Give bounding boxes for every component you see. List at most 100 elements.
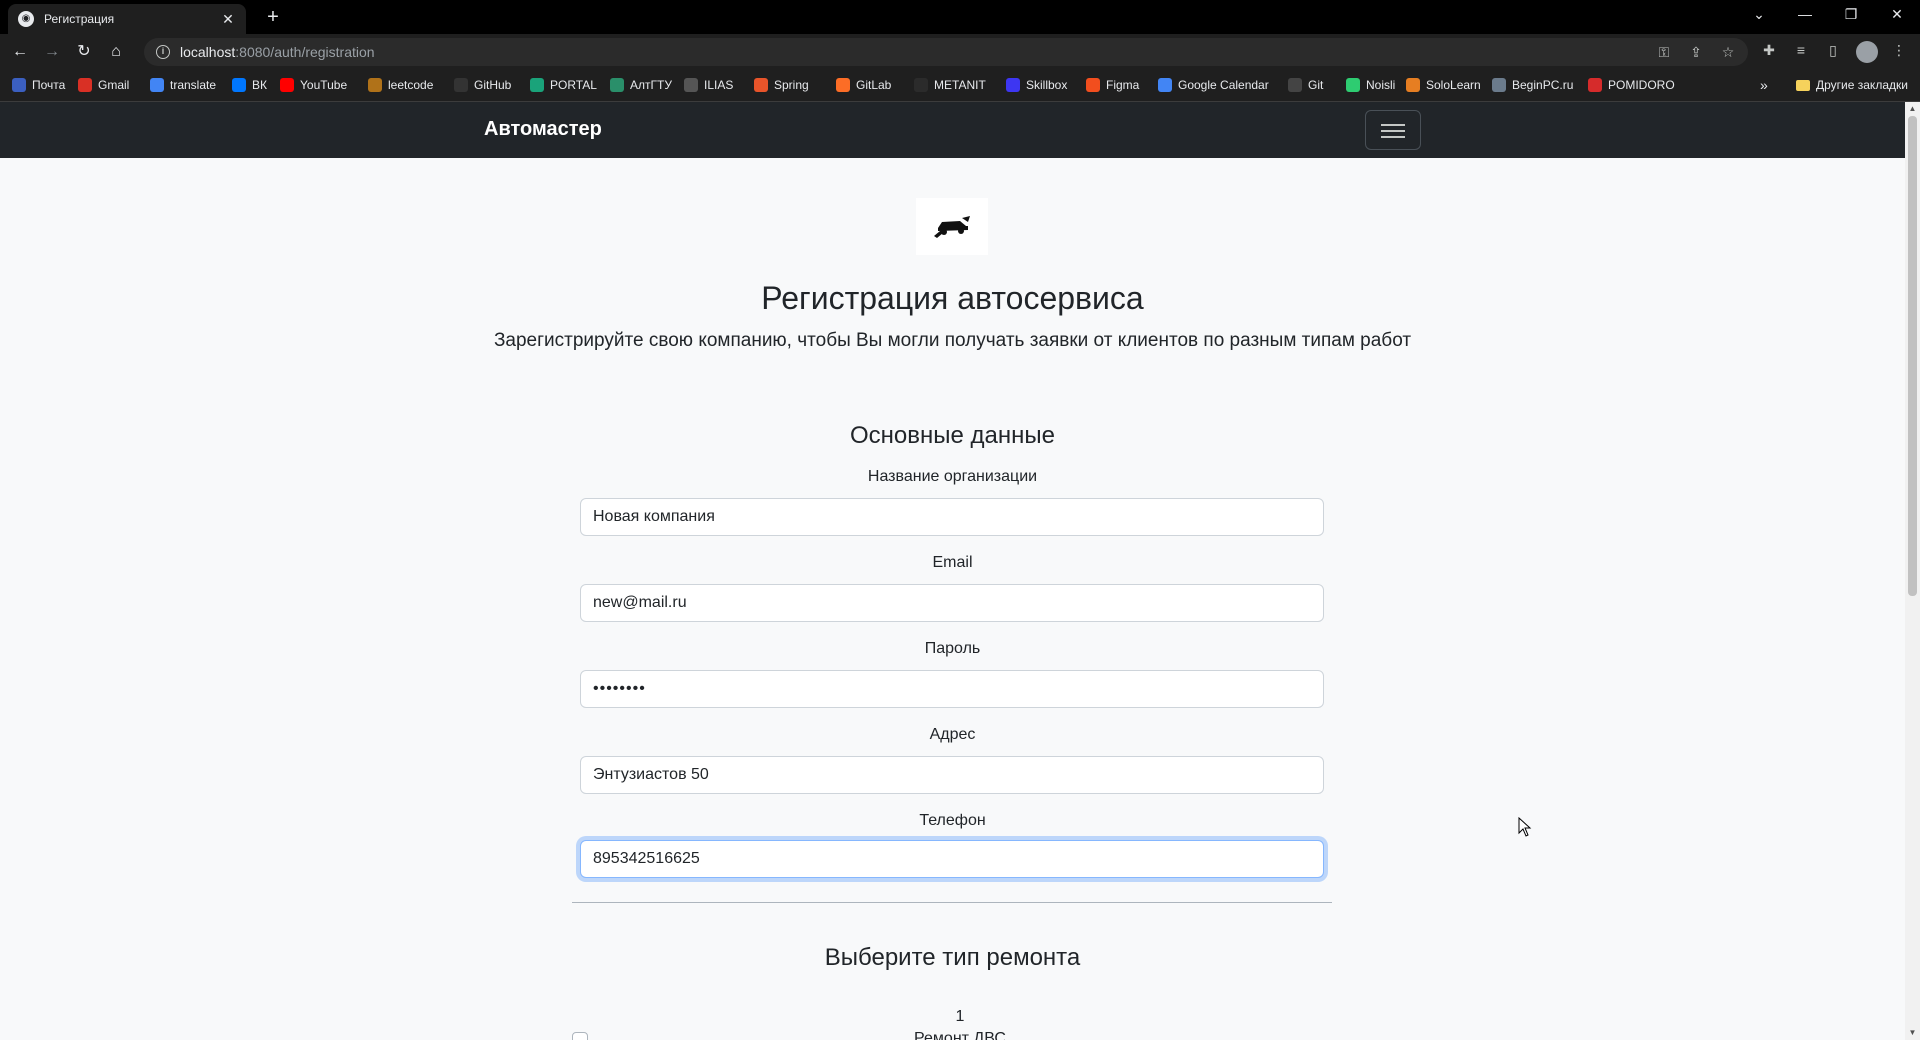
tab-close-icon[interactable]: ✕ xyxy=(220,11,236,28)
bookmark-star-icon[interactable]: ☆ xyxy=(1718,44,1738,61)
close-window-icon[interactable]: ✕ xyxy=(1882,4,1912,24)
spring-icon xyxy=(754,78,768,92)
forward-icon[interactable]: → xyxy=(40,40,64,64)
org-name-field[interactable]: Новая компания xyxy=(580,498,1324,536)
scroll-up-icon[interactable]: ▲ xyxy=(1908,104,1917,113)
browser-tabstrip: ◉ Регистрация ✕ + ⌄ — ❐ ✕ xyxy=(0,0,1920,34)
bookmark-label: YouTube xyxy=(300,78,348,92)
repair-section-title: Выберите тип ремонта xyxy=(824,944,1081,971)
folder-icon xyxy=(1796,79,1810,91)
basic-section-title: Основные данные xyxy=(850,422,1055,449)
reload-icon[interactable]: ↻ xyxy=(72,40,96,64)
bookmark-label: Git xyxy=(1308,78,1324,92)
address-bar[interactable]: i localhost:8080/auth/registration ⚿ ⇪ ☆ xyxy=(144,38,1748,66)
back-icon[interactable]: ← xyxy=(8,40,32,64)
repair-item-name: Ремонт ДВС xyxy=(914,1030,1006,1040)
bookmark-label: Spring xyxy=(774,78,809,92)
side-panel-icon[interactable]: ▯ xyxy=(1822,42,1844,59)
bookmark-item[interactable]: ILIAS xyxy=(684,78,733,92)
bookmark-item[interactable]: Gmail xyxy=(78,78,129,92)
profile-avatar[interactable] xyxy=(1856,41,1878,63)
other-bookmarks-folder[interactable]: Другие закладки xyxy=(1796,78,1908,92)
bookmark-label: Skillbox xyxy=(1026,78,1068,92)
bookmark-label: GitLab xyxy=(856,78,892,92)
noisli-icon xyxy=(1346,78,1360,92)
scroll-thumb[interactable] xyxy=(1908,116,1917,596)
bookmark-label: METANIT xyxy=(934,78,986,92)
browser-tab-active[interactable]: ◉ Регистрация ✕ xyxy=(8,4,246,34)
bookmark-label: ВК xyxy=(252,78,267,92)
phone-label: Телефон xyxy=(919,812,986,829)
bookmark-item[interactable]: translate xyxy=(150,78,216,92)
new-tab-button[interactable]: + xyxy=(262,6,284,28)
translate-icon xyxy=(150,78,164,92)
sololearn-icon xyxy=(1406,78,1420,92)
phone-field[interactable]: 895342516625 xyxy=(580,840,1324,878)
bookmark-label: BeginPC.ru xyxy=(1512,78,1574,92)
bookmark-label: translate xyxy=(170,78,217,92)
extensions-icon[interactable]: ✚ xyxy=(1758,42,1780,59)
bookmark-item[interactable]: Figma xyxy=(1086,78,1139,92)
bookmark-item[interactable]: Skillbox xyxy=(1006,78,1067,92)
bookmark-item[interactable]: POMIDORO xyxy=(1588,78,1675,92)
other-bookmarks-label: Другие закладки xyxy=(1816,78,1908,92)
bookmark-label: SoloLearn xyxy=(1426,78,1481,92)
metanit-icon xyxy=(914,78,928,92)
bookmark-item[interactable]: Google Calendar xyxy=(1158,78,1269,92)
bookmark-label: POMIDORO xyxy=(1608,78,1675,92)
bookmark-item[interactable]: GitLab xyxy=(836,78,891,92)
address-field[interactable]: Энтузиастов 50 xyxy=(580,756,1324,794)
bookmark-item[interactable]: METANIT xyxy=(914,78,986,92)
page-viewport: Автомастер Регистрация автосервиса Зарег… xyxy=(0,102,1905,1040)
git-icon xyxy=(1288,78,1302,92)
ilias-icon xyxy=(684,78,698,92)
tab-search-icon[interactable]: ⌄ xyxy=(1744,4,1774,24)
site-info-icon[interactable]: i xyxy=(156,45,170,59)
pomidoro-icon xyxy=(1588,78,1602,92)
section-divider xyxy=(572,902,1332,903)
restore-icon[interactable]: ❐ xyxy=(1836,4,1866,24)
password-label: Пароль xyxy=(924,640,981,657)
youtube-icon xyxy=(280,78,294,92)
bookmark-item[interactable]: GitHub xyxy=(454,78,511,92)
hamburger-icon xyxy=(1381,136,1405,138)
navbar-brand[interactable]: Автомастер xyxy=(484,118,602,141)
minimize-icon[interactable]: — xyxy=(1790,4,1820,24)
gitlab-icon xyxy=(836,78,850,92)
home-icon[interactable]: ⌂ xyxy=(104,40,128,64)
portal-icon xyxy=(530,78,544,92)
hamburger-icon xyxy=(1381,130,1405,132)
bookmark-item[interactable]: Spring xyxy=(754,78,809,92)
bookmark-item[interactable]: Git xyxy=(1288,78,1323,92)
scroll-down-icon[interactable]: ▼ xyxy=(1908,1028,1917,1037)
url-host: localhost xyxy=(180,44,236,60)
page-scrollbar[interactable]: ▲ ▼ xyxy=(1905,102,1920,1040)
bookmark-item[interactable]: АлтГТУ xyxy=(610,78,672,92)
bookmarks-overflow-icon[interactable]: » xyxy=(1760,77,1768,93)
bookmark-item[interactable]: PORTAL xyxy=(530,78,597,92)
mail-icon xyxy=(12,78,26,92)
bookmark-label: Noisli xyxy=(1366,78,1396,92)
url-path: :8080/auth/registration xyxy=(235,44,375,60)
menu-kebab-icon[interactable]: ⋮ xyxy=(1888,42,1910,59)
email-field[interactable]: new@mail.ru xyxy=(580,584,1324,622)
media-icon[interactable]: ≡ xyxy=(1790,42,1812,58)
navbar-toggler-button[interactable] xyxy=(1365,110,1421,150)
bookmark-item[interactable]: SoloLearn xyxy=(1406,78,1481,92)
bookmark-item[interactable]: BeginPC.ru xyxy=(1492,78,1573,92)
browser-toolbar: ← → ↻ ⌂ i localhost:8080/auth/registrati… xyxy=(0,34,1920,70)
address-label: Адрес xyxy=(929,726,976,743)
bookmark-item[interactable]: YouTube xyxy=(280,78,347,92)
key-icon[interactable]: ⚿ xyxy=(1654,44,1674,61)
bookmark-item[interactable]: ВК xyxy=(232,78,267,92)
bookmark-label: Figma xyxy=(1106,78,1140,92)
mouse-cursor-icon xyxy=(1518,817,1532,837)
share-icon[interactable]: ⇪ xyxy=(1686,44,1706,61)
bookmark-item[interactable]: leetcode xyxy=(368,78,433,92)
hamburger-icon xyxy=(1381,124,1405,126)
repair-item-number: 1 xyxy=(955,1008,965,1025)
bookmark-item[interactable]: Почта xyxy=(12,78,65,92)
org-name-label: Название организации xyxy=(867,468,1038,485)
password-field[interactable]: •••••••• xyxy=(580,670,1324,708)
bookmark-item[interactable]: Noisli xyxy=(1346,78,1395,92)
